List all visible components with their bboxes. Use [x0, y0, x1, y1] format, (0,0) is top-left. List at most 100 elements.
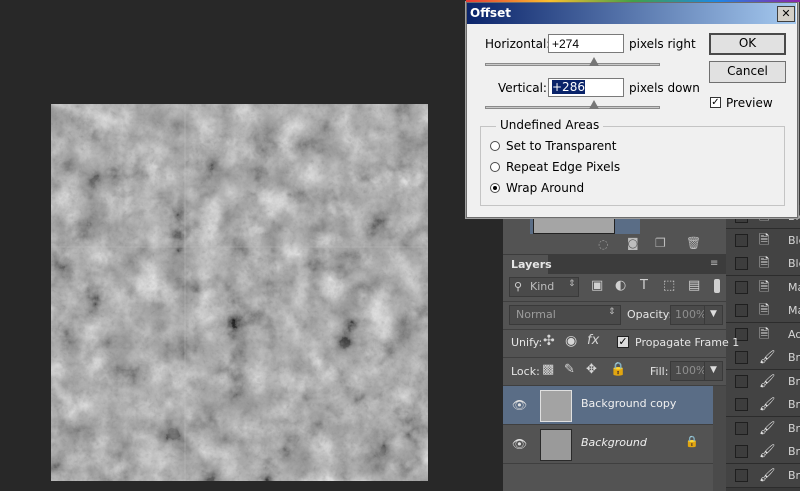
history-item[interactable]: 🗎 Ble [726, 228, 800, 253]
vertical-slider-thumb[interactable] [588, 100, 599, 109]
history-checkbox[interactable] [735, 351, 748, 364]
unify-style-icon[interactable]: fx [587, 333, 599, 348]
visibility-eye-icon[interactable]: 👁 [512, 398, 527, 412]
history-checkbox[interactable] [735, 445, 748, 458]
brush-icon: 🖌 [759, 444, 776, 459]
brush-icon: 🖌 [759, 397, 776, 412]
history-item[interactable]: 🗎 Ma [726, 299, 800, 323]
history-item[interactable]: 🗎 Ma [726, 275, 800, 300]
unify-position-icon[interactable]: ✣ [543, 333, 555, 349]
shape-filter-icon[interactable]: ⬚ [663, 278, 675, 293]
divider [503, 329, 726, 330]
document-icon: 🗎 [759, 326, 770, 342]
ok-button[interactable]: OK [709, 33, 786, 55]
history-checkbox[interactable] [735, 257, 748, 270]
vertical-label: Vertical: [498, 81, 547, 95]
adjustment-filter-icon[interactable]: ◐ [615, 278, 626, 293]
brush-icon: 🖌 [759, 467, 776, 483]
vertical-slider-track[interactable] [485, 106, 660, 109]
history-checkbox[interactable] [735, 233, 748, 247]
dotted-circle-icon[interactable]: ◌ [598, 237, 608, 251]
brush-icon: 🖌 [759, 373, 776, 389]
history-item-label: Br [788, 468, 800, 482]
history-checkbox[interactable] [735, 304, 748, 317]
history-item[interactable]: 🖌 Br [726, 369, 800, 394]
radio-repeat-edge-pixels[interactable] [490, 162, 500, 172]
history-item[interactable]: 🖌 Br [726, 440, 800, 464]
history-checkbox[interactable] [735, 398, 748, 411]
lock-all-icon[interactable]: 🔒 [610, 362, 626, 377]
history-item[interactable]: 🗎 Ble [726, 252, 800, 276]
history-item[interactable]: 🖌 Br [726, 393, 800, 417]
document-canvas[interactable] [51, 104, 428, 481]
lock-transparent-icon[interactable]: ▩ [542, 362, 554, 377]
lock-move-icon[interactable]: ✥ [586, 362, 597, 377]
undefined-areas-label: Undefined Areas [496, 118, 604, 132]
brush-icon: 🖌 [759, 350, 776, 365]
layer-name: Background copy [581, 397, 677, 410]
camera-icon[interactable]: ◙ [627, 236, 639, 250]
preview-checkbox[interactable]: ✓ [710, 97, 721, 108]
layer-row-background[interactable]: 👁 Background 🔒 [503, 425, 713, 464]
fill-label: Fill: [650, 365, 669, 378]
layer-lock-icon: 🔒 [685, 435, 699, 448]
lock-label: Lock: [511, 365, 540, 378]
history-item-label: Ma [788, 304, 800, 317]
fill-value: 100% [675, 364, 707, 377]
search-icon: ⚲ [514, 280, 523, 293]
layers-tab[interactable]: Layers [503, 255, 552, 274]
dialog-titlebar[interactable]: Offset [467, 3, 796, 24]
divider [503, 301, 726, 302]
layers-scrollbar[interactable] [713, 386, 726, 491]
preview-label: Preview [726, 96, 773, 110]
history-item-label: Br [788, 374, 800, 388]
vertical-input[interactable]: +286 [548, 78, 624, 97]
document-icon: 🗎 [759, 279, 770, 295]
opacity-label: Opacity: [627, 308, 673, 321]
layer-thumbnail [540, 390, 572, 422]
radio-set-to-transparent[interactable] [490, 141, 500, 151]
horizontal-slider-thumb[interactable] [588, 57, 599, 66]
visibility-eye-icon[interactable]: 👁 [512, 437, 527, 451]
propagate-frame-checkbox[interactable]: ✓ [617, 336, 629, 348]
history-item-label: Ble [788, 233, 800, 247]
blend-mode-dropdown[interactable]: Normal ⇕ [509, 305, 621, 325]
horizontal-input[interactable] [548, 34, 624, 53]
trash-icon[interactable]: 🗑 [686, 236, 701, 250]
history-item-label: Ad [788, 327, 800, 341]
panel-menu-icon[interactable]: ≡ [710, 258, 718, 269]
close-button[interactable]: ✕ [777, 6, 795, 22]
unify-label: Unify: [511, 336, 543, 349]
history-item[interactable]: 🖌 Br [726, 346, 800, 370]
unify-visibility-icon[interactable]: ◉ [565, 333, 577, 349]
history-item-label: Br [788, 398, 800, 411]
radio-wrap-around[interactable] [490, 183, 500, 193]
updown-icon: ⇕ [568, 279, 576, 289]
history-item[interactable]: 🖌 Br [726, 416, 800, 441]
history-checkbox[interactable] [735, 421, 748, 435]
fill-dropdown-arrow[interactable]: ▼ [704, 361, 723, 381]
history-checkbox[interactable] [735, 468, 748, 482]
filter-toggle[interactable] [714, 279, 720, 293]
updown-icon: ⇕ [608, 307, 616, 317]
new-state-icon[interactable]: ❐ [655, 236, 666, 250]
pixel-filter-icon[interactable]: ▣ [591, 278, 603, 293]
opacity-dropdown-arrow[interactable]: ▼ [704, 305, 723, 325]
adjustment-thumbnail [533, 216, 615, 234]
horizontal-slider-track[interactable] [485, 63, 660, 66]
kind-filter-dropdown[interactable]: ⚲ Kind ⇕ [509, 277, 579, 297]
smart-object-filter-icon[interactable]: ▤ [688, 278, 700, 293]
opacity-field[interactable]: 100% [670, 305, 706, 325]
type-filter-icon[interactable]: T [640, 278, 648, 293]
history-checkbox[interactable] [735, 374, 748, 388]
history-item[interactable]: 🖌 Br [726, 463, 800, 488]
dialog-title: Offset [470, 6, 511, 20]
cancel-button[interactable]: Cancel [709, 61, 786, 83]
blend-mode-value: Normal [516, 308, 556, 321]
history-item-label: Ble [788, 257, 800, 270]
lock-brush-icon[interactable]: ✎ [564, 362, 575, 377]
layer-row-background-copy[interactable]: 👁 Background copy [503, 386, 713, 425]
fill-field[interactable]: 100% [670, 361, 706, 381]
adjustments-panel-remnant: ◌ ◙ ❐ 🗑 [503, 212, 726, 254]
history-checkbox[interactable] [735, 280, 748, 294]
